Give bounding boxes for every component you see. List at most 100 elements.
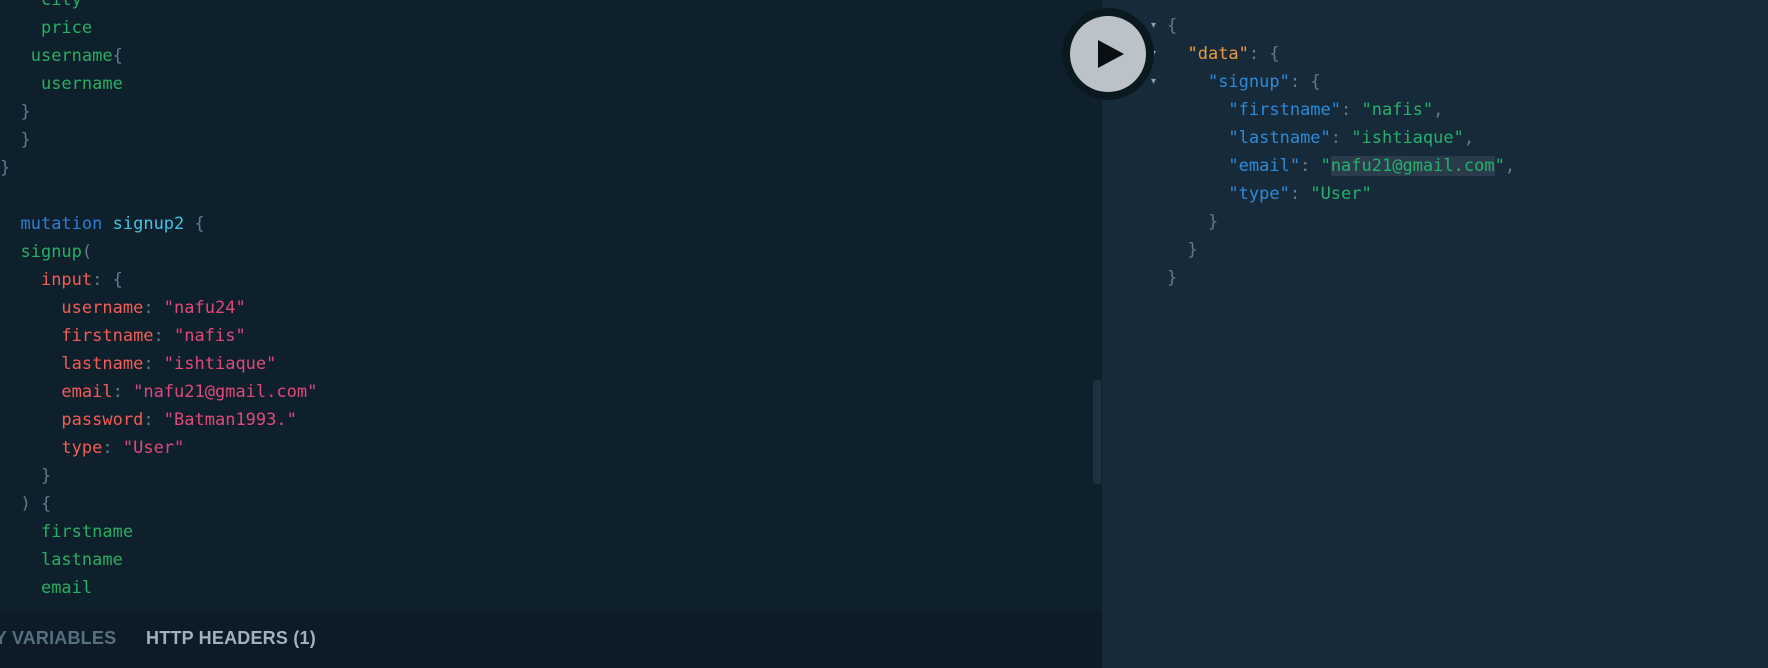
code-token: email [61, 382, 113, 402]
code-token: { [1167, 16, 1178, 36]
code-token: email [40, 578, 93, 598]
code-token: city [40, 0, 82, 10]
code-token: signup2 [112, 214, 185, 234]
code-line: type: "User" [0, 434, 317, 462]
code-line: password: "Batman1993." [0, 406, 317, 434]
code-line: email [0, 574, 317, 602]
code-token: "nafu24" [163, 298, 246, 318]
code-line: input: { [0, 266, 317, 294]
code-token: "signup" [1207, 72, 1290, 92]
code-token: "firstname" [1228, 100, 1342, 120]
code-line: mutation signup2 { [0, 210, 317, 238]
code-token: nafu21@gmail.com [1330, 156, 1495, 176]
code-line: ) { [0, 490, 317, 518]
code-token: : [112, 382, 134, 402]
result-line: ▾ "signup": { [1102, 68, 1515, 96]
code-line: lastname: "ishtiaque" [0, 350, 317, 378]
code-token: lastname [61, 354, 144, 374]
code-line: city [0, 0, 317, 14]
code-line: firstname [0, 518, 317, 546]
code-token: } [1207, 212, 1219, 232]
code-token: firstname [61, 326, 154, 346]
code-token: } [1167, 268, 1178, 288]
code-token: "User" [122, 438, 185, 458]
code-token: lastname [40, 550, 123, 570]
code-line: } [0, 126, 317, 154]
code-token: username [30, 46, 113, 66]
code-token: : [1341, 100, 1362, 120]
tab-query-variables[interactable]: ery variables [0, 611, 116, 668]
editor-scrollbar[interactable] [1093, 380, 1101, 484]
result-line: } [1102, 208, 1515, 236]
code-token: , [1433, 100, 1444, 120]
code-token: ( [81, 242, 93, 262]
code-token: : [1289, 184, 1311, 204]
code-token: input [40, 270, 93, 290]
code-token: "User" [1310, 184, 1372, 204]
fold-toggle-icon[interactable]: ▾ [1151, 68, 1156, 96]
code-token: "data" [1187, 44, 1249, 64]
code-token: , [1504, 156, 1516, 176]
code-line: } [0, 98, 317, 126]
query-editor[interactable]: city price username{ username } }} mutat… [0, 0, 1102, 611]
code-token: : [102, 438, 123, 458]
fold-toggle-icon[interactable]: ▾ [1151, 12, 1156, 40]
code-token: username [61, 298, 144, 318]
code-token: { [184, 214, 205, 234]
play-icon [1097, 40, 1124, 68]
result-line: } [1102, 264, 1515, 292]
code-line: firstname: "nafis" [0, 322, 317, 350]
code-line: email: "nafu21@gmail.com" [0, 378, 317, 406]
code-token: , [1463, 128, 1475, 148]
code-lines: city price username{ username } }} mutat… [0, 0, 317, 602]
code-token: "nafis" [1361, 100, 1434, 120]
tab-http-headers[interactable]: HTTP HEADERS (1) [146, 611, 316, 668]
result-line: "email": "nafu21@gmail.com", [1102, 152, 1515, 180]
result-line: "firstname": "nafis", [1102, 96, 1515, 124]
code-token: mutation [20, 214, 103, 234]
play-button-face [1070, 16, 1146, 92]
code-token: "ishtiaque" [163, 354, 277, 374]
code-token: "email" [1228, 156, 1301, 176]
code-token: { [112, 46, 123, 66]
code-token: } [20, 102, 31, 122]
code-line: username [0, 70, 317, 98]
code-token: "type" [1228, 184, 1290, 204]
code-token: : [153, 326, 175, 346]
code-token: : [143, 298, 164, 318]
code-token: } [1187, 240, 1198, 260]
code-line: signup( [0, 238, 317, 266]
code-token: : [143, 410, 164, 430]
code-line: username: "nafu24" [0, 294, 317, 322]
code-token: "Batman1993." [163, 410, 297, 430]
code-token: } [0, 158, 11, 178]
code-token: } [40, 466, 52, 486]
code-token: : { [92, 270, 123, 290]
code-token: "nafu21@gmail.com" [133, 382, 318, 402]
execute-query-button[interactable] [1062, 8, 1154, 100]
code-token: } [20, 130, 31, 150]
